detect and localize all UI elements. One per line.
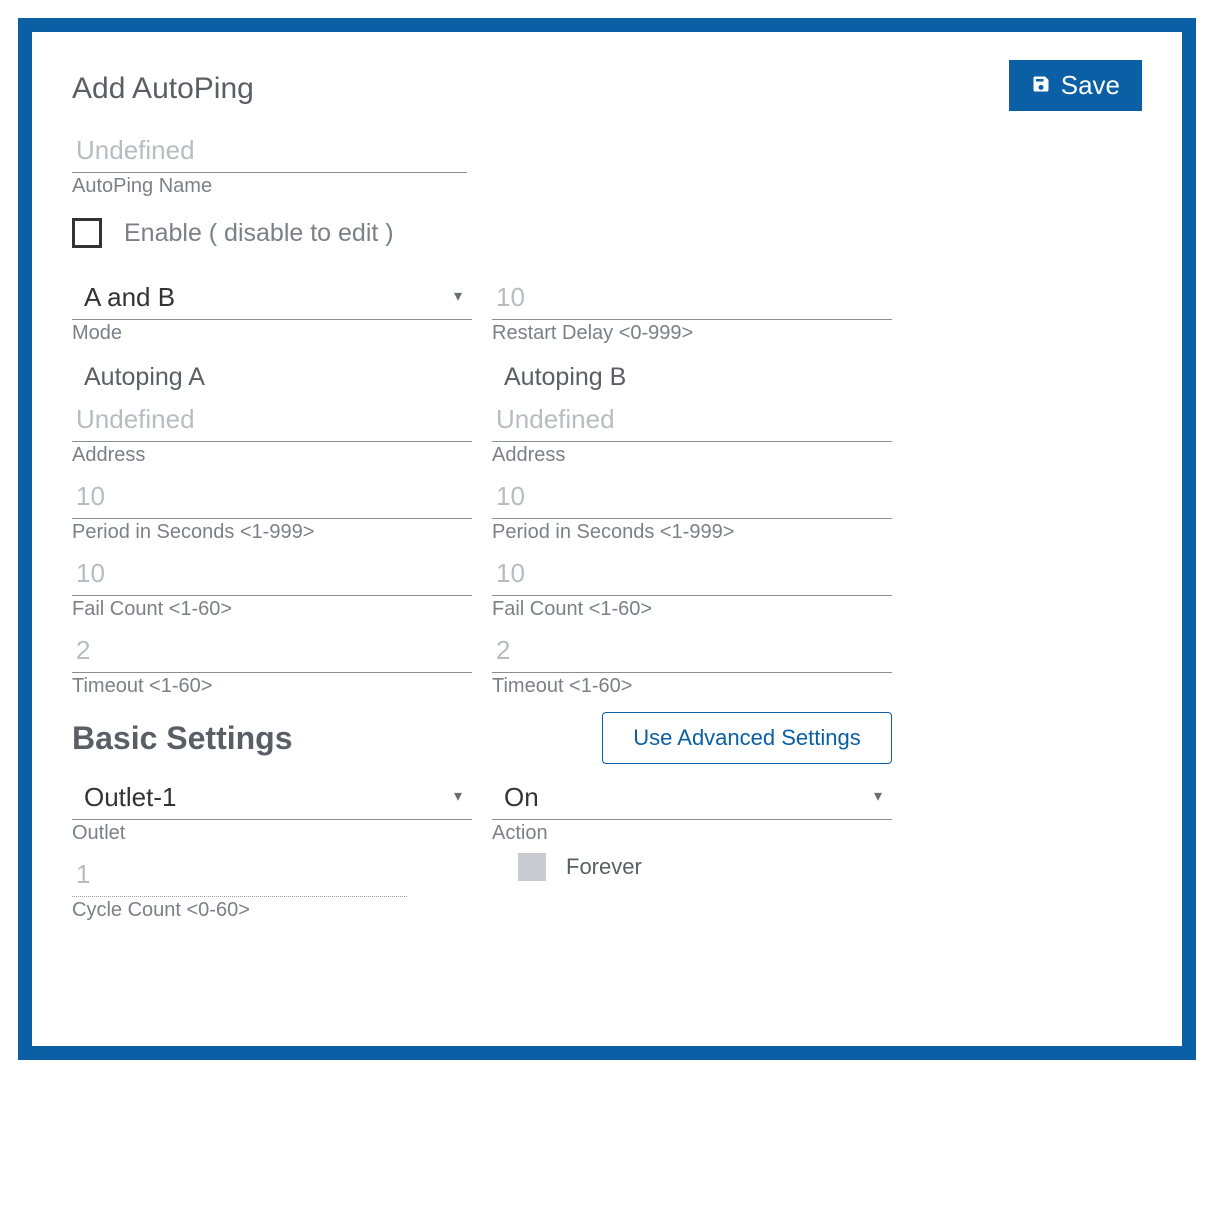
page-title: Add AutoPing	[72, 72, 254, 106]
timeout-a-label: Timeout <1-60>	[72, 675, 472, 698]
action-select-value: On	[492, 776, 892, 820]
period-a-label: Period in Seconds <1-999>	[72, 521, 472, 544]
enable-label: Enable ( disable to edit )	[124, 219, 394, 248]
failcount-a-label: Fail Count <1-60>	[72, 598, 472, 621]
autoping-name-label: AutoPing Name	[72, 175, 467, 198]
timeout-b-input[interactable]	[492, 629, 892, 673]
outlet-select-value: Outlet-1	[72, 776, 472, 820]
enable-checkbox[interactable]	[72, 218, 102, 248]
save-icon	[1031, 70, 1051, 101]
action-select[interactable]: On	[492, 776, 892, 820]
autoping-b-heading: Autoping B	[504, 363, 892, 392]
address-a-input[interactable]	[72, 398, 472, 442]
cycle-count-label: Cycle Count <0-60>	[72, 899, 407, 922]
mode-select-value: A and B	[72, 276, 472, 320]
failcount-b-input[interactable]	[492, 552, 892, 596]
outlet-label: Outlet	[72, 822, 472, 845]
save-button-label: Save	[1061, 70, 1120, 101]
restart-delay-input[interactable]	[492, 276, 892, 320]
action-label: Action	[492, 822, 892, 845]
use-advanced-settings-button[interactable]: Use Advanced Settings	[602, 712, 892, 764]
forever-checkbox[interactable]	[518, 853, 546, 881]
basic-settings-heading: Basic Settings	[72, 720, 582, 757]
mode-select[interactable]: A and B	[72, 276, 472, 320]
forever-label: Forever	[566, 854, 642, 880]
autoping-name-input[interactable]	[72, 129, 467, 173]
address-b-input[interactable]	[492, 398, 892, 442]
address-b-label: Address	[492, 444, 892, 467]
period-b-input[interactable]	[492, 475, 892, 519]
timeout-a-input[interactable]	[72, 629, 472, 673]
autoping-a-heading: Autoping A	[84, 363, 472, 392]
mode-label: Mode	[72, 322, 472, 345]
cycle-count-input[interactable]	[72, 853, 407, 897]
outlet-select[interactable]: Outlet-1	[72, 776, 472, 820]
save-button[interactable]: Save	[1009, 60, 1142, 111]
failcount-b-label: Fail Count <1-60>	[492, 598, 892, 621]
timeout-b-label: Timeout <1-60>	[492, 675, 892, 698]
restart-delay-label: Restart Delay <0-999>	[492, 322, 892, 345]
address-a-label: Address	[72, 444, 472, 467]
failcount-a-input[interactable]	[72, 552, 472, 596]
period-b-label: Period in Seconds <1-999>	[492, 521, 892, 544]
autoping-form-panel: Add AutoPing Save AutoPing Name Enable (…	[18, 18, 1196, 1060]
period-a-input[interactable]	[72, 475, 472, 519]
